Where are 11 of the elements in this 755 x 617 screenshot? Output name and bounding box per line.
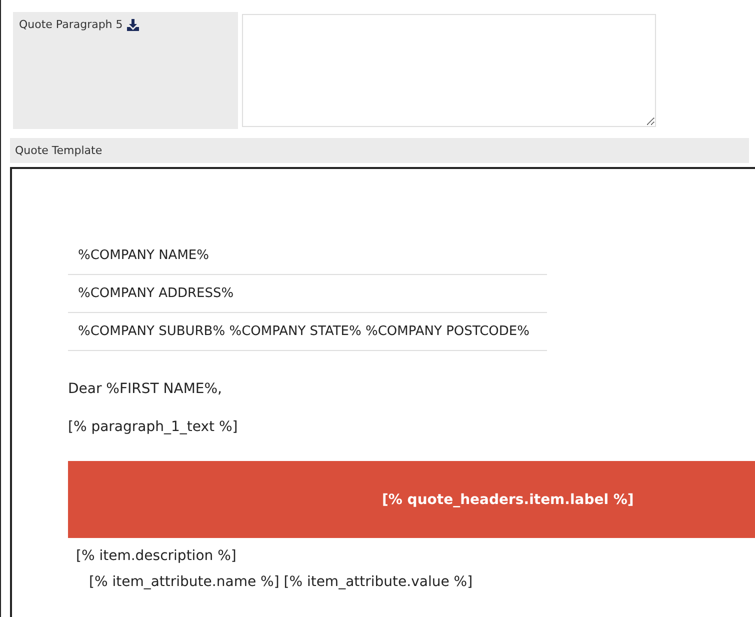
- header-label-band: [% quote_headers.item.label %]: [68, 461, 755, 538]
- address-line: %COMPANY NAME%: [68, 237, 547, 275]
- item-description: [% item.description %]: [75, 548, 238, 564]
- paragraph-tag-text: [% paragraph_1_text %]: [68, 419, 239, 435]
- address-line: %COMPANY SUBURB% %COMPANY STATE% %COMPANY POSTCODE%: [68, 313, 547, 351]
- greeting-text: Dear %FIRST NAME%,: [68, 381, 224, 397]
- address-line: %COMPANY ADDRESS%: [68, 275, 547, 313]
- download-icon[interactable]: [126, 19, 139, 31]
- item-attribute: [% item_attribute.name %] [% item_attribute.value %]: [88, 574, 474, 590]
- section-title: Quote Template: [10, 138, 749, 163]
- field-label: Quote Paragraph 5: [19, 18, 123, 31]
